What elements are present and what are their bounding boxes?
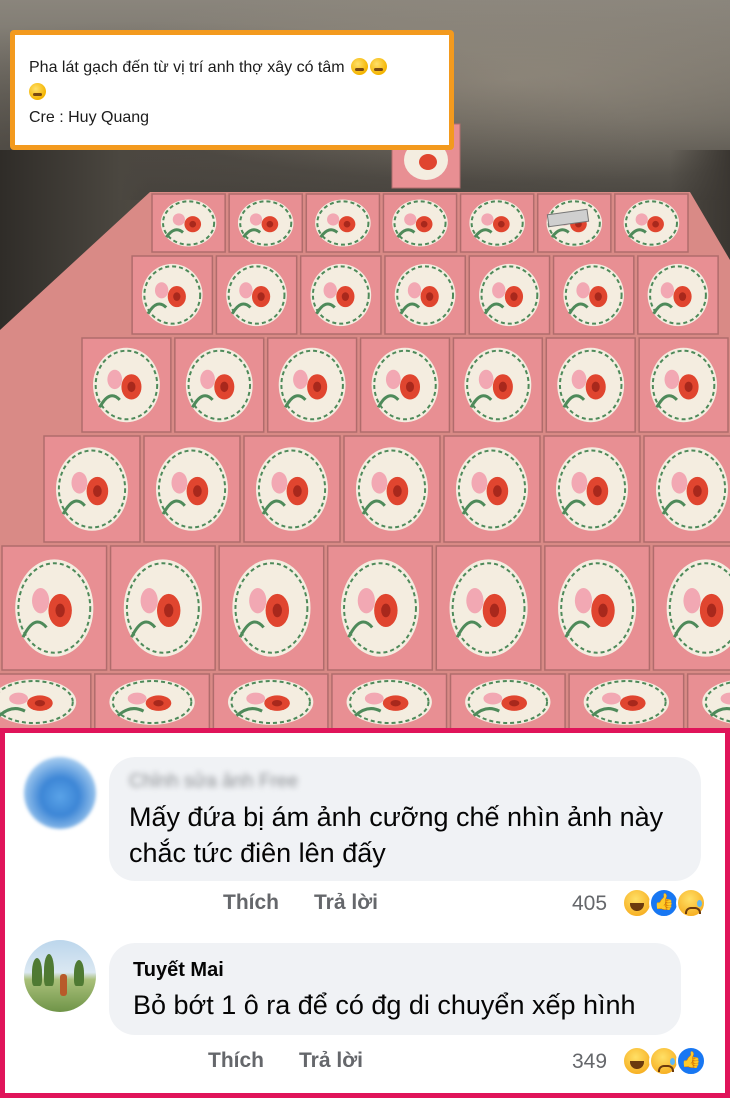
laugh-cry-icon	[351, 58, 369, 75]
comment-author[interactable]: Tuyết Mai	[133, 959, 224, 982]
avatar[interactable]	[24, 757, 96, 829]
reply-button[interactable]: Trả lời	[299, 1049, 363, 1073]
comment-text: Mấy đứa bị ám ảnh cưỡng chế nhìn ảnh này…	[129, 802, 664, 868]
post-caption-box: Pha lát gạch đến từ vị trí anh thợ xây c…	[10, 30, 454, 150]
laugh-cry-icon	[29, 83, 46, 100]
like-button[interactable]: Thích	[208, 1049, 264, 1073]
haha-reaction-icon	[622, 1046, 652, 1076]
like-reaction-icon: 👍	[676, 1046, 706, 1076]
comment-author[interactable]: Chỉnh sửa ảnh Free	[129, 771, 298, 793]
comment-text: Bỏ bớt 1 ô ra để có đg di chuyển xếp hìn…	[133, 990, 636, 1020]
like-button[interactable]: Thích	[223, 891, 279, 915]
like-reaction-icon: 👍	[649, 888, 679, 918]
haha-reaction-icon	[622, 888, 652, 918]
comment-bubble: Tuyết Mai Bỏ bớt 1 ô ra để có đg di chuy…	[109, 943, 681, 1035]
avatar[interactable]	[24, 940, 96, 1012]
comments-section: Chỉnh sửa ảnh Free Mấy đứa bị ám ảnh cưỡ…	[0, 728, 730, 1098]
caption-line-1: Pha lát gạch đến từ vị trí anh thợ xây c…	[29, 55, 435, 105]
caption-credit: Cre : Huy Quang	[29, 109, 150, 126]
sad-reaction-icon	[649, 1046, 679, 1076]
reply-button[interactable]: Trả lời	[314, 891, 378, 915]
caption-text: Pha lát gạch đến từ vị trí anh thợ xây c…	[29, 59, 345, 76]
sad-reaction-icon	[676, 888, 706, 918]
reaction-count[interactable]: 405	[572, 892, 607, 916]
post-photo[interactable]: Pha lát gạch đến từ vị trí anh thợ xây c…	[0, 0, 730, 728]
laugh-cry-icon	[370, 58, 388, 75]
reaction-count[interactable]: 349	[572, 1050, 607, 1074]
comment-bubble: Chỉnh sửa ảnh Free Mấy đứa bị ám ảnh cưỡ…	[109, 757, 701, 881]
